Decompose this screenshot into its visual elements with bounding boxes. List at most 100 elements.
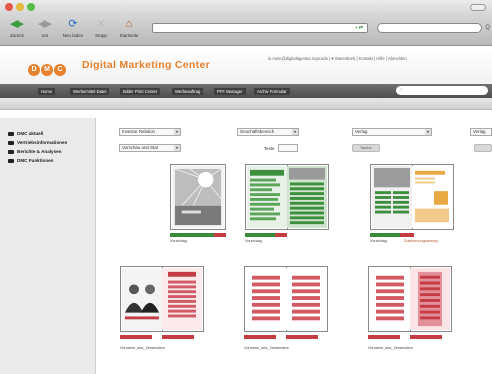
reload-icon: ⟳: [68, 18, 78, 30]
logo-dot: D: [28, 64, 40, 76]
sidebar-item-label: DMC aktuell: [17, 131, 44, 136]
page-thumbnail: [122, 268, 162, 330]
sort-select[interactable]: Vorschau und Stat ▾: [119, 144, 181, 152]
document-caption: Vorschlag: [370, 239, 387, 243]
page-thumbnail: [287, 166, 327, 228]
page-preview: [162, 268, 202, 330]
document-caption: Vorschlag: [170, 239, 187, 243]
site-header: [0, 47, 492, 84]
folder-icon: [8, 158, 14, 163]
pending-progress: [162, 335, 194, 339]
text-filter-label: Texte: [264, 146, 275, 151]
document-caption: Vorname_des_Versenders: [120, 346, 165, 350]
document-card[interactable]: [170, 164, 226, 230]
page-thumbnail: [172, 166, 224, 228]
forward-icon: ◂▶: [38, 18, 52, 30]
document-card[interactable]: [245, 164, 329, 230]
approval-progress: [170, 233, 214, 237]
page-preview: [412, 166, 452, 228]
page-thumbnail: [410, 268, 450, 330]
search-button[interactable]: Suche: [352, 144, 380, 152]
sidebar-item-label: Vertriebsinformationen: [17, 140, 68, 145]
zoom-window-button[interactable]: [27, 3, 35, 11]
filter-select-rubrik[interactable]: Investor Relation ▾: [119, 128, 181, 136]
nav-item-home[interactable]: Home: [38, 88, 56, 95]
page-thumbnail: [246, 268, 286, 330]
forward-button[interactable]: ◂▶ Vor: [32, 18, 58, 38]
approval-progress: [370, 233, 400, 237]
search-icon: ○: [400, 87, 404, 93]
sidebar: [0, 118, 96, 374]
filter-select-verlag[interactable]: Verlag ▾: [352, 128, 432, 136]
stop-icon: ✕: [96, 18, 106, 30]
folder-icon: [8, 140, 14, 145]
toolbar-toggle-button[interactable]: [470, 4, 486, 11]
back-icon: ◀▸: [10, 18, 24, 30]
filter-select-bereich[interactable]: Geschäftsbereich ▾: [237, 128, 299, 136]
filter-value: Verlag: [473, 129, 486, 134]
extra-button[interactable]: [474, 144, 492, 152]
pending-progress: [286, 335, 318, 339]
page-preview: [370, 268, 410, 330]
document-card[interactable]: [120, 266, 204, 332]
page-preview: [410, 268, 450, 330]
stop-button[interactable]: ✕ Stopp: [88, 18, 114, 38]
sidebar-item-dmc-aktuell[interactable]: DMC aktuell: [8, 131, 43, 136]
nav-item-werbeauftrag[interactable]: Werbeauftrag: [172, 88, 204, 95]
filter-value: Vorschau und Stat: [122, 145, 158, 150]
window-titlebar: [0, 0, 492, 16]
document-card[interactable]: [244, 266, 328, 332]
pending-progress: [275, 233, 287, 237]
reload-button[interactable]: ⟳ Neu laden: [60, 18, 86, 38]
page-preview: [372, 166, 412, 228]
filter-value: Investor Relation: [122, 129, 155, 134]
sidebar-item-vertrieb[interactable]: Vertriebsinformationen: [8, 140, 67, 145]
sidebar-item-label: Berichte & Analysen: [17, 149, 62, 154]
pending-progress: [214, 233, 226, 237]
approval-progress: [245, 233, 275, 237]
sidebar-item-funktionen[interactable]: DMC Funktionen: [8, 158, 54, 163]
filter-value: Verlag: [355, 129, 368, 134]
sidebar-item-label: DMC Funktionen: [17, 158, 54, 163]
chevron-down-icon: ▾: [292, 129, 298, 135]
text-filter-input[interactable]: [278, 144, 298, 152]
search-icon: Q: [485, 25, 490, 31]
home-icon: ⌂: [125, 18, 133, 30]
pending-progress: [244, 335, 276, 339]
folder-icon: [8, 149, 14, 154]
site-search-input[interactable]: ○: [396, 86, 488, 95]
site-logo[interactable]: DMC: [28, 58, 67, 76]
address-bar[interactable]: ▪ ⇄: [152, 23, 368, 33]
pending-progress: [410, 335, 442, 339]
document-card[interactable]: [370, 164, 454, 230]
nav-item-pff-manager[interactable]: PFF Manager: [214, 88, 246, 95]
sidebar-item-berichte[interactable]: Berichte & Analysen: [8, 149, 62, 154]
page-thumbnail: [412, 166, 452, 228]
sub-navigation: [0, 98, 492, 110]
chevron-down-icon: ▾: [174, 145, 180, 151]
browser-search-input[interactable]: [377, 23, 482, 33]
page-thumbnail: [247, 166, 287, 228]
logo-dot: M: [41, 64, 53, 76]
document-caption: Vorname_des_Versenders: [244, 346, 289, 350]
filter-select-verlag-2[interactable]: Verlag: [470, 128, 492, 136]
back-button[interactable]: ◀▸ Zurück: [4, 18, 30, 38]
document-status: Zustimmungsantrag: [404, 239, 438, 243]
document-card[interactable]: [368, 266, 452, 332]
nav-item-archiv[interactable]: Archiv Formular: [254, 88, 290, 95]
pending-progress: [400, 233, 414, 237]
document-caption: Vorname_des_Versenders: [368, 346, 413, 350]
minimize-window-button[interactable]: [16, 3, 24, 11]
close-window-button[interactable]: [5, 3, 13, 11]
home-button[interactable]: ⌂ Startseite: [116, 18, 142, 38]
site-title: Digital Marketing Center: [82, 59, 210, 71]
chevron-down-icon: ▾: [174, 129, 180, 135]
nav-item-bilder[interactable]: Bilder Print Center: [120, 88, 161, 95]
pending-progress: [120, 335, 152, 339]
photo-thumbnail: [122, 268, 162, 330]
page-preview: [247, 166, 287, 228]
rss-icon: ▪ ⇄: [355, 25, 363, 31]
page-preview: [286, 268, 326, 330]
nav-item-werbemittel[interactable]: Werbemittel-Datei: [70, 88, 110, 95]
header-links[interactable]: in.mein@digitalagentur.nopcode | ♥ Waren…: [268, 56, 490, 61]
